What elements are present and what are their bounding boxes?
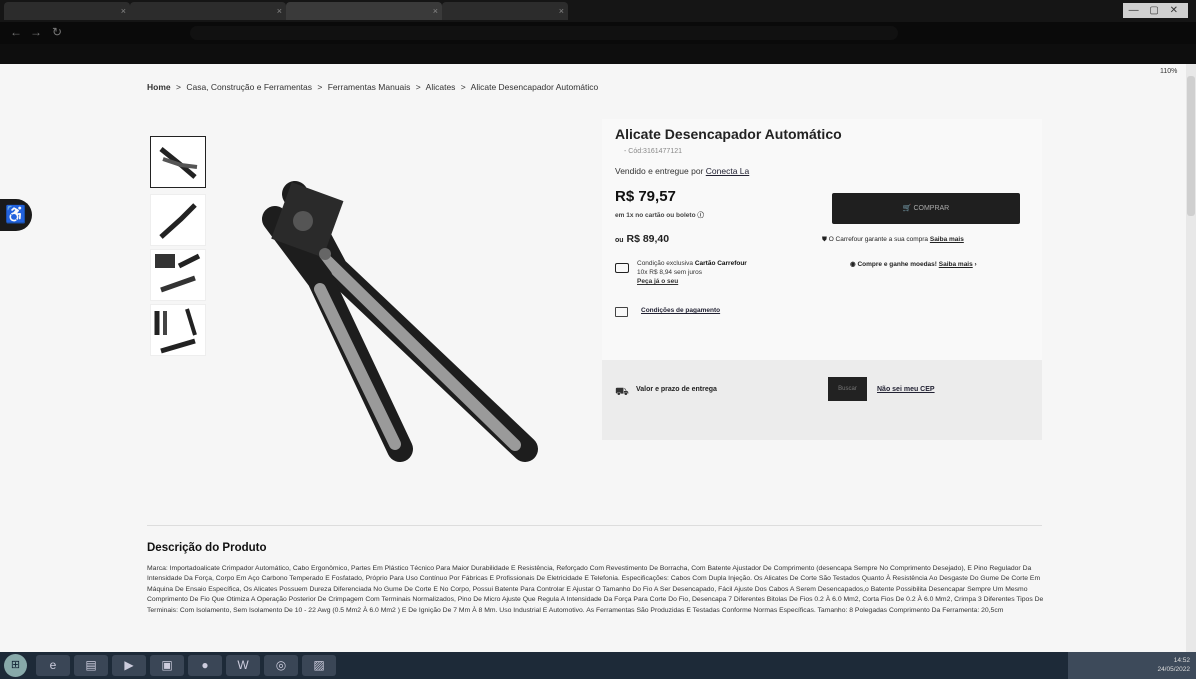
guarantee-link[interactable]: Saiba mais <box>930 236 964 243</box>
scrollbar-thumb[interactable] <box>1187 76 1195 216</box>
product-thumbnail[interactable] <box>150 194 206 246</box>
chevron-right-icon: › <box>974 261 977 268</box>
truck-icon: ⛟ <box>615 386 629 398</box>
alt-price: ou R$ 89,40 <box>615 233 669 245</box>
product-price: R$ 79,57 <box>615 188 676 205</box>
card-condition: Condição exclusiva Cartão Carrefour 10x … <box>637 259 747 286</box>
breadcrumb: Home > Casa, Construção e Ferramentas > … <box>147 82 601 92</box>
divider <box>147 525 1042 526</box>
product-thumbnail[interactable] <box>150 304 206 356</box>
delivery-section <box>602 360 1042 440</box>
alt-price-value: R$ 89,40 <box>626 233 670 245</box>
product-main-image[interactable] <box>225 149 555 469</box>
pliers-icon <box>154 308 197 354</box>
forward-icon[interactable]: → <box>30 25 42 39</box>
no-cep-link[interactable]: Não sei meu CEP <box>877 386 935 393</box>
app-icon[interactable]: ● <box>188 655 222 676</box>
card-apply-link[interactable]: Peça já o seu <box>637 278 678 285</box>
guarantee-text: O Carrefour garante a sua compra <box>828 236 929 243</box>
product-title: Alicate Desencapador Automático <box>615 126 842 142</box>
installment-info: em 1x no cartão ou boleto ⓘ <box>615 212 704 219</box>
card-condition-brand: Cartão Carrefour <box>694 260 747 267</box>
system-tray[interactable]: 14:52 24/05/2022 <box>1068 652 1196 679</box>
card-condition-prefix: Condição exclusiva <box>637 260 694 267</box>
product-thumbnail[interactable] <box>150 136 206 188</box>
breadcrumb-separator: > <box>317 82 323 92</box>
bookmarks-bar <box>0 44 1196 64</box>
breadcrumb-alicates[interactable]: Alicates <box>426 82 456 92</box>
browser-tab[interactable]: × <box>4 2 130 20</box>
close-icon[interactable]: × <box>277 2 282 20</box>
seller-info: Vendido e entregue por Conecta La <box>615 166 749 176</box>
description-title: Descrição do Produto <box>147 542 267 554</box>
browser-tab-active[interactable]: × <box>286 2 442 20</box>
start-button[interactable]: ⊞ <box>4 654 27 677</box>
window-controls[interactable]: — ▢ ✕ <box>1122 3 1188 18</box>
reload-icon[interactable]: ↻ <box>52 25 62 39</box>
breadcrumb-separator: > <box>415 82 421 92</box>
chrome-icon[interactable]: ◎ <box>264 655 298 676</box>
credit-card-icon <box>615 263 629 273</box>
alt-price-prefix: ou <box>615 237 624 244</box>
coins-link[interactable]: Saiba mais <box>939 261 973 268</box>
payment-conditions-link[interactable]: Condições de pagamento <box>641 307 720 314</box>
image-icon[interactable]: ▨ <box>302 655 336 676</box>
pliers-icon <box>155 253 201 293</box>
clock[interactable]: 14:52 24/05/2022 <box>1157 656 1190 674</box>
delivery-label: Valor e prazo de entrega <box>636 386 717 393</box>
browser-tab[interactable]: × <box>130 2 286 20</box>
guarantee-info: ⛊ O Carrefour garante a sua compra Saiba… <box>822 236 964 244</box>
breadcrumb-home[interactable]: Home <box>147 82 171 92</box>
close-icon[interactable]: × <box>559 2 564 20</box>
seller-link[interactable]: Conecta La <box>706 166 749 176</box>
clock-date: 24/05/2022 <box>1157 666 1190 673</box>
ie-icon[interactable]: e <box>36 655 70 676</box>
breadcrumb-separator: > <box>176 82 181 92</box>
card-installments: 10x R$ 8,94 sem juros <box>637 269 703 276</box>
word-icon[interactable]: W <box>226 655 260 676</box>
browser-tab[interactable]: × <box>442 2 568 20</box>
breadcrumb-separator: > <box>460 82 466 92</box>
url-input[interactable] <box>190 26 898 40</box>
payment-icon <box>615 307 628 317</box>
close-icon[interactable]: × <box>121 2 126 20</box>
window-icon[interactable]: ▣ <box>150 655 184 676</box>
cep-search-button[interactable]: Buscar <box>828 377 867 401</box>
address-bar: ← → ↻ <box>0 22 1196 44</box>
close-icon[interactable]: × <box>433 2 438 20</box>
pliers-icon <box>159 147 198 179</box>
buy-button-label: COMPRAR <box>913 205 950 212</box>
cart-icon: 🛒 <box>902 205 914 212</box>
browser-tab-bar: × × × × — ▢ ✕ <box>0 0 1196 22</box>
description-text: Marca: Importadoalicate Crimpador Automá… <box>147 565 1044 614</box>
pliers-icon <box>159 203 197 239</box>
breadcrumb-casa[interactable]: Casa, Construção e Ferramentas <box>186 82 312 92</box>
accessibility-icon[interactable]: ♿ <box>0 199 32 231</box>
zoom-level: 110% <box>1160 68 1178 75</box>
page-content: Home > Casa, Construção e Ferramentas > … <box>0 64 1196 652</box>
back-icon[interactable]: ← <box>10 25 22 39</box>
product-code: - Cód:3161477121 <box>624 148 682 155</box>
coins-text: Compre e ganhe moedas! <box>857 261 937 268</box>
folder-icon[interactable]: ▤ <box>74 655 108 676</box>
product-thumbnail[interactable] <box>150 249 206 301</box>
breadcrumb-ferramentas[interactable]: Ferramentas Manuais <box>328 82 411 92</box>
buy-button[interactable]: 🛒 COMPRAR <box>832 193 1020 224</box>
seller-prefix: Vendido e entregue por <box>615 166 704 176</box>
shield-icon: ⛊ <box>822 236 829 243</box>
taskbar: ⊞ e ▤ ▶ ▣ ● W ◎ ▨ 14:52 24/05/2022 <box>0 652 1196 679</box>
breadcrumb-current: Alicate Desencapador Automático <box>470 82 599 92</box>
coins-info: ◉ Compre e ganhe moedas! Saiba mais › <box>850 260 977 268</box>
media-icon[interactable]: ▶ <box>112 655 146 676</box>
clock-time: 14:52 <box>1173 657 1190 664</box>
